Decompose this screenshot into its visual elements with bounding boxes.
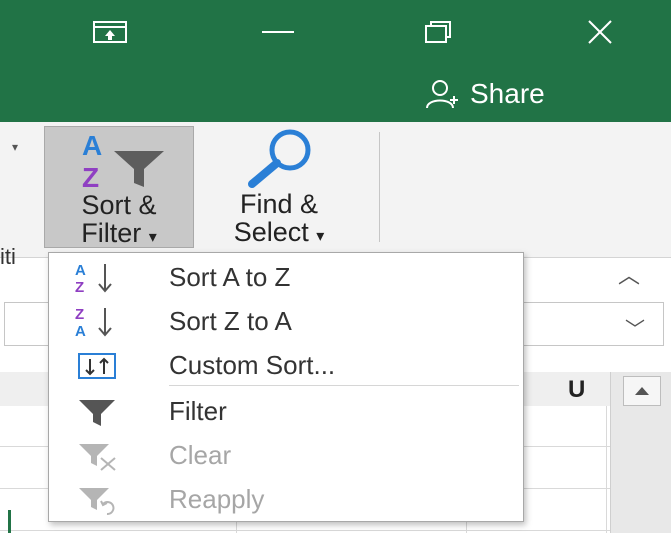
menu-item-clear[interactable]: Clear <box>49 433 523 477</box>
ribbon-group-label: iti <box>0 244 16 269</box>
menu-item-label: Sort A to Z <box>169 261 291 292</box>
ribbon-display-options-button[interactable] <box>80 14 140 50</box>
magnifier-icon <box>248 129 311 188</box>
share-button[interactable]: Share <box>424 74 624 114</box>
menu-item-filter[interactable]: Filter <box>49 389 523 433</box>
svg-text:A: A <box>82 130 102 161</box>
close-button[interactable] <box>570 14 630 50</box>
find-select-button[interactable]: Find & Select ▾ <box>204 126 354 248</box>
collapse-ribbon-icon[interactable]: ︿ <box>618 258 640 290</box>
svg-text:Z: Z <box>82 162 99 191</box>
sort-descending-icon: Z A <box>67 303 127 339</box>
find-select-label-line1: Find & <box>239 189 319 219</box>
menu-item-custom-sort[interactable]: Custom Sort... <box>49 343 523 387</box>
selection-marker <box>8 510 11 533</box>
sort-filter-button[interactable]: A Z Sort & Filter ▾ <box>44 126 194 248</box>
chevron-down-icon: ▾ <box>316 228 325 245</box>
sort-ascending-icon: A Z <box>67 259 127 295</box>
menu-item-label: Clear <box>169 439 232 470</box>
svg-text:A: A <box>75 262 86 279</box>
menu-separator <box>169 385 519 386</box>
vertical-scrollbar[interactable] <box>610 372 671 533</box>
sort-filter-label-line1: Sort & <box>81 190 157 220</box>
person-add-icon <box>426 80 458 109</box>
column-header[interactable]: U <box>568 376 585 404</box>
menu-item-sort-z-to-a[interactable]: Z A Sort Z to A <box>49 299 523 343</box>
share-label: Share <box>470 78 545 109</box>
menu-item-label: Reapply <box>169 483 265 514</box>
menu-item-label: Custom Sort... <box>169 349 336 380</box>
svg-text:A: A <box>75 323 86 338</box>
restore-icon <box>425 21 451 43</box>
triangle-up-icon <box>635 387 649 395</box>
sort-filter-label-line2: Filter <box>81 218 142 248</box>
ribbon-separator <box>379 132 380 242</box>
menu-item-sort-a-to-z[interactable]: A Z Sort A to Z <box>49 255 523 299</box>
expand-formula-bar-icon[interactable]: ﹀ <box>625 313 645 342</box>
menu-item-label: Filter <box>169 395 227 426</box>
filter-funnel-icon <box>67 393 127 429</box>
title-bar: Share <box>0 0 671 122</box>
sort-filter-menu: A Z Sort A to Z Z A Sort Z to A Custom S… <box>48 252 524 522</box>
minimize-icon <box>262 31 294 33</box>
scroll-up-button[interactable] <box>623 376 661 406</box>
reapply-filter-icon <box>67 481 127 517</box>
custom-sort-icon <box>67 347 127 383</box>
menu-item-reapply[interactable]: Reapply <box>49 477 523 521</box>
restore-button[interactable] <box>408 14 468 50</box>
dropdown-arrow-icon[interactable]: ▾ <box>12 140 18 154</box>
clear-filter-icon <box>67 437 127 473</box>
menu-item-label: Sort Z to A <box>169 305 292 336</box>
svg-text:Z: Z <box>75 279 84 294</box>
chevron-down-icon: ▾ <box>148 229 157 246</box>
ribbon: ▾ A Z Sort & Filter ▾ Find & Select ▾ <box>0 122 671 258</box>
find-select-label-line2: Select <box>233 217 309 247</box>
ribbon-display-icon <box>93 21 127 43</box>
minimize-button[interactable] <box>248 14 308 50</box>
close-icon <box>588 20 612 44</box>
svg-text:Z: Z <box>75 306 84 323</box>
sort-filter-icon: A Z <box>82 130 164 191</box>
